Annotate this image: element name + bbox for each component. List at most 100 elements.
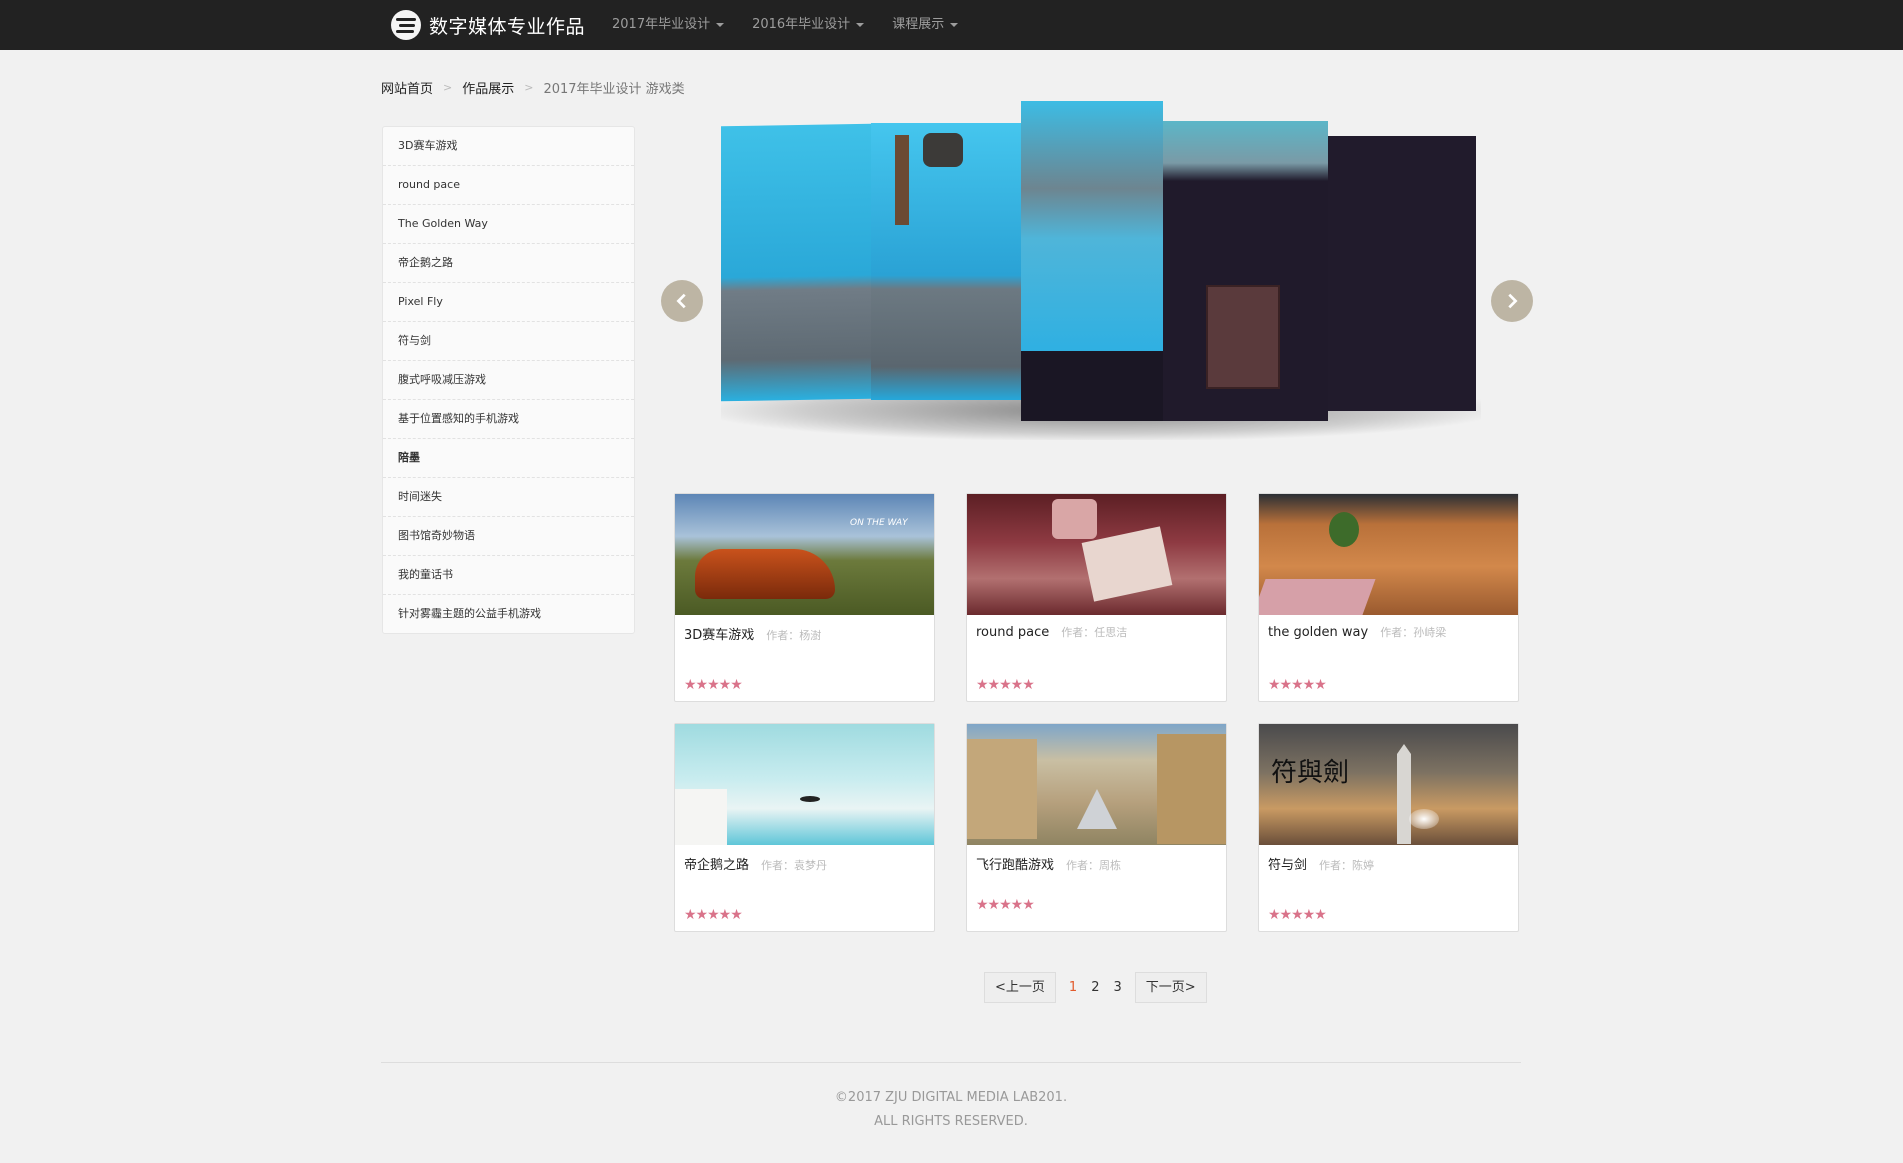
card-title-row: 飞行跑酷游戏 作者：周栋 [967, 845, 1226, 873]
sun-glow [1409, 809, 1439, 829]
page-number[interactable]: 2 [1084, 973, 1106, 1002]
sidebar-item[interactable]: The Golden Way [383, 205, 634, 244]
sidebar-item[interactable]: 我的童话书 [383, 556, 634, 595]
nav-menu: 2017年毕业设计 2016年毕业设计 课程展示 [598, 0, 972, 50]
card-thumbnail[interactable] [1259, 494, 1518, 615]
card-author: 作者：陈婷 [1319, 859, 1375, 872]
sidebar-item[interactable]: 陪墨 [383, 439, 634, 478]
sidebar-item[interactable]: 腹式呼吸减压游戏 [383, 361, 634, 400]
prev-page-button[interactable]: <上一页 [984, 972, 1056, 1003]
sidebar: 3D赛车游戏 round pace The Golden Way 帝企鹅之路 P… [382, 126, 635, 634]
sidebar-item[interactable]: Pixel Fly [383, 283, 634, 322]
breadcrumb: 网站首页 > 作品展示 > 2017年毕业设计 游戏类 [381, 78, 685, 97]
work-card[interactable]: ON THE WAY 3D赛车游戏 作者：杨澍 ★★★★★ [674, 493, 935, 702]
card-thumbnail[interactable] [675, 724, 934, 845]
caret-down-icon [716, 23, 725, 27]
card-thumbnail[interactable] [967, 494, 1226, 615]
path-shape [1259, 579, 1376, 615]
sidebar-item[interactable]: 帝企鹅之路 [383, 244, 634, 283]
image-carousel[interactable] [661, 95, 1536, 475]
carousel-next-button[interactable] [1491, 280, 1533, 322]
card-title-row: 帝企鹅之路 作者：袁梦丹 [675, 845, 934, 873]
caret-down-icon [950, 23, 959, 27]
chevron-right-icon [1508, 293, 1518, 309]
footer: ©2017 ZJU DIGITAL MEDIA LAB201. ALL RIGH… [381, 1086, 1521, 1134]
card-title[interactable]: 帝企鹅之路 [684, 854, 749, 873]
rating-stars: ★★★★★ [1268, 907, 1327, 923]
caret-down-icon [856, 23, 865, 27]
card-author: 作者：周栋 [1066, 859, 1122, 872]
work-card[interactable]: the golden way 作者：孙峙梁 ★★★★★ [1258, 493, 1519, 702]
palm-shape [1329, 512, 1359, 547]
card-title[interactable]: 符与剑 [1268, 854, 1307, 873]
card-title[interactable]: round pace [976, 625, 1049, 640]
brand-title: 数字媒体专业作品 [429, 15, 586, 38]
work-card[interactable]: 飞行跑酷游戏 作者：周栋 ★★★★★ [966, 723, 1227, 932]
card-author: 作者：袁梦丹 [761, 859, 828, 872]
card-title[interactable]: the golden way [1268, 625, 1368, 640]
sidebar-item[interactable]: 基于位置感知的手机游戏 [383, 400, 634, 439]
rating-stars: ★★★★★ [976, 897, 1035, 913]
sidebar-item[interactable]: 针对雾霾主题的公益手机游戏 [383, 595, 634, 633]
penguin-shape [800, 796, 820, 802]
card-overlay-text: ON THE WAY [850, 518, 908, 528]
pagination: <上一页 1 2 3 下一页> [984, 972, 1207, 1003]
carousel-prev-button[interactable] [661, 280, 703, 322]
top-navbar: 数字媒体专业作品 2017年毕业设计 2016年毕业设计 课程展示 [0, 0, 1903, 50]
webcam-inset [675, 789, 727, 845]
card-thumbnail[interactable]: 符與劍 [1259, 724, 1518, 845]
nav-item-label: 2017年毕业设计 [612, 17, 711, 32]
obelisk-shape [1397, 744, 1411, 844]
sidebar-item[interactable]: 3D赛车游戏 [383, 127, 634, 166]
breadcrumb-separator: > [443, 81, 453, 94]
work-card[interactable]: 帝企鹅之路 作者：袁梦丹 ★★★★★ [674, 723, 935, 932]
nav-item-course-showcase[interactable]: 课程展示 [878, 0, 972, 50]
card-title[interactable]: 飞行跑酷游戏 [976, 854, 1054, 873]
breadcrumb-home-link[interactable]: 网站首页 [381, 78, 433, 97]
cup-shape [1052, 499, 1097, 539]
car-shape [695, 549, 835, 599]
card-author: 作者：杨澍 [766, 629, 822, 642]
carousel-slice [895, 135, 909, 225]
footer-rights: ALL RIGHTS RESERVED. [874, 1114, 1028, 1129]
card-thumbnail[interactable] [967, 724, 1226, 845]
nav-item-label: 2016年毕业设计 [752, 17, 851, 32]
page-number-active[interactable]: 1 [1062, 973, 1084, 1002]
nav-item-2017-graduation[interactable]: 2017年毕业设计 [598, 0, 738, 50]
sidebar-item[interactable]: round pace [383, 166, 634, 205]
sidebar-item[interactable]: 符与剑 [383, 322, 634, 361]
footer-divider [381, 1062, 1521, 1063]
page-number[interactable]: 3 [1106, 973, 1128, 1002]
breadcrumb-section-link[interactable]: 作品展示 [462, 78, 514, 97]
carousel-slice [923, 133, 963, 167]
card-author: 作者：孙峙梁 [1380, 626, 1447, 639]
chevron-left-icon [676, 293, 686, 309]
rating-stars: ★★★★★ [976, 677, 1035, 693]
work-card[interactable]: 符與劍 符与剑 作者：陈婷 ★★★★★ [1258, 723, 1519, 932]
brand[interactable]: 数字媒体专业作品 [391, 7, 585, 43]
calligraphy-title: 符與劍 [1271, 758, 1350, 788]
jet-shape [1077, 789, 1117, 829]
carousel-slice [1206, 285, 1280, 389]
rating-stars: ★★★★★ [684, 907, 743, 923]
carousel-slice [1328, 136, 1476, 411]
nav-item-2016-graduation[interactable]: 2016年毕业设计 [738, 0, 878, 50]
footer-copyright: ©2017 ZJU DIGITAL MEDIA LAB201. [834, 1090, 1068, 1105]
work-card[interactable]: round pace 作者：任思洁 ★★★★★ [966, 493, 1227, 702]
nav-item-label: 课程展示 [892, 17, 945, 32]
sidebar-item[interactable]: 图书馆奇妙物语 [383, 517, 634, 556]
paper-shape [1081, 526, 1173, 602]
card-title-row: the golden way 作者：孙峙梁 [1259, 615, 1518, 640]
sidebar-item[interactable]: 时间迷失 [383, 478, 634, 517]
card-title-row: 3D赛车游戏 作者：杨澍 [675, 615, 934, 643]
card-title-row: 符与剑 作者：陈婷 [1259, 845, 1518, 873]
card-title-row: round pace 作者：任思洁 [967, 615, 1226, 640]
next-page-button[interactable]: 下一页> [1134, 972, 1207, 1003]
rating-stars: ★★★★★ [684, 677, 743, 693]
card-title[interactable]: 3D赛车游戏 [684, 624, 754, 643]
carousel-slice [1021, 351, 1163, 421]
rating-stars: ★★★★★ [1268, 677, 1327, 693]
card-author: 作者：任思洁 [1061, 626, 1128, 639]
card-thumbnail[interactable]: ON THE WAY [675, 494, 934, 615]
building-left [967, 739, 1037, 839]
